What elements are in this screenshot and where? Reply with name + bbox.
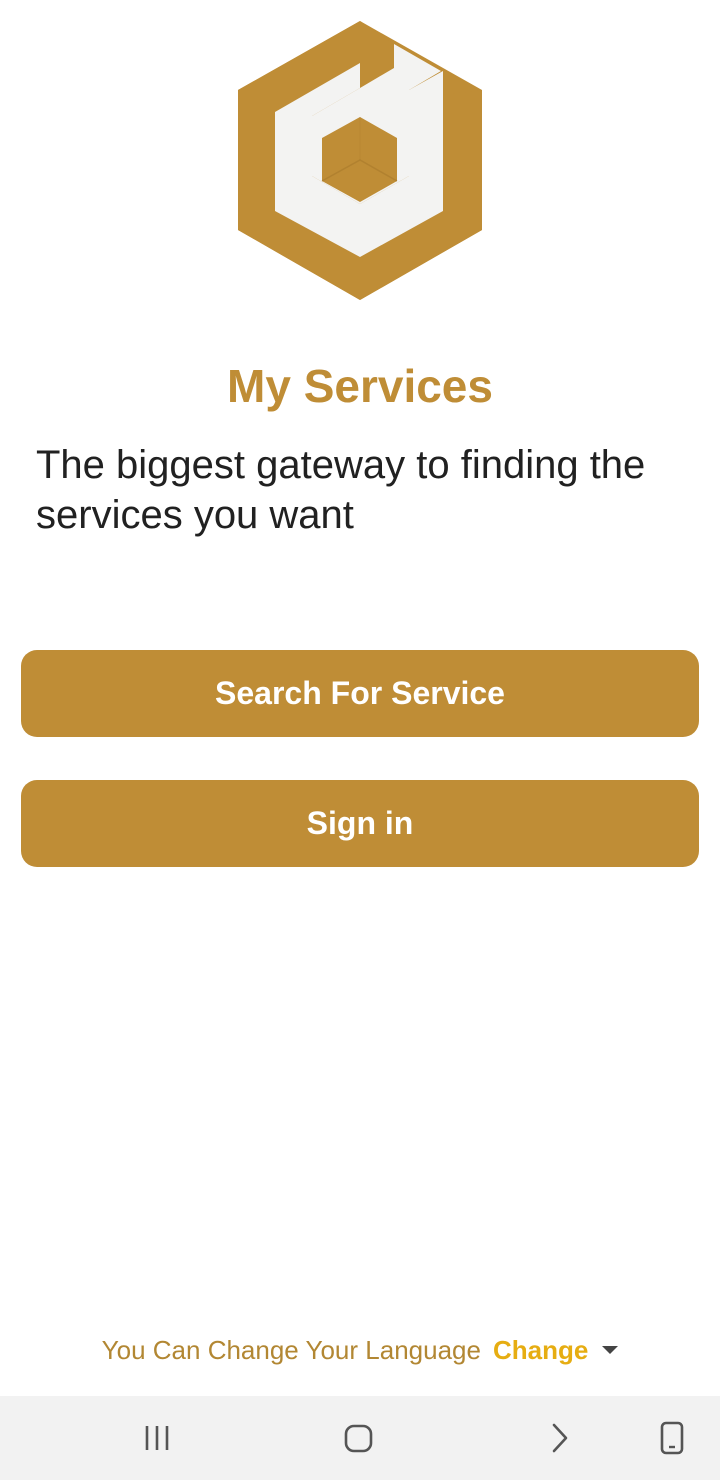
back-icon[interactable] xyxy=(540,1418,580,1458)
rotate-screen-icon[interactable] xyxy=(652,1418,692,1458)
language-selector: You Can Change Your Language Change xyxy=(0,1328,720,1372)
tagline: The biggest gateway to finding the servi… xyxy=(36,443,646,537)
welcome-screen: My Services The biggest gateway to findi… xyxy=(0,0,720,1480)
hexagon-cube-logo-icon xyxy=(238,21,482,300)
system-navigation-bar xyxy=(0,1396,720,1480)
search-for-service-button[interactable]: Search For Service xyxy=(21,650,699,737)
caret-down-icon xyxy=(602,1346,619,1354)
recent-apps-icon[interactable] xyxy=(138,1418,178,1458)
change-language-button[interactable]: Change xyxy=(492,1334,619,1366)
home-icon[interactable] xyxy=(338,1418,378,1458)
app-title: My Services xyxy=(227,360,493,412)
language-prompt: You Can Change Your Language xyxy=(101,1334,481,1365)
sign-in-button[interactable]: Sign in xyxy=(21,780,699,867)
change-language-label: Change xyxy=(492,1334,589,1365)
